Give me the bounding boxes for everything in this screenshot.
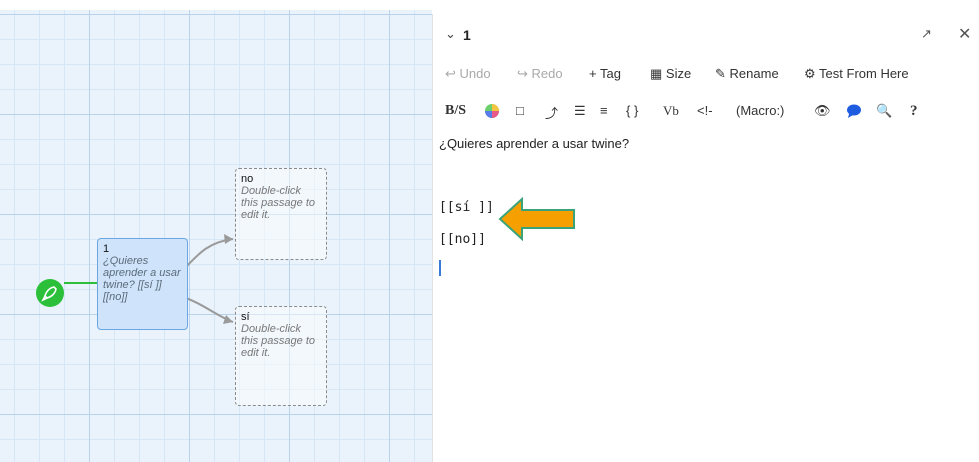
- list-icon[interactable]: ☰: [574, 103, 586, 119]
- expand-icon[interactable]: ↗: [921, 26, 932, 42]
- passage-title: no: [241, 173, 254, 185]
- test-icon: ⚙: [804, 66, 816, 81]
- undo-icon: ↩: [445, 66, 456, 81]
- annotation-arrow-icon: [498, 197, 575, 241]
- passage-links: [64, 234, 234, 324]
- collapse-chevron-icon[interactable]: ⌄: [445, 26, 456, 42]
- braces-icon[interactable]: { }: [626, 103, 638, 118]
- text-caret: [439, 260, 441, 276]
- editor-line: ¿Quieres aprender a usar twine?: [439, 136, 630, 151]
- redo-icon: ↪: [517, 66, 528, 81]
- link-no-arrowhead: [224, 234, 233, 244]
- passage-title: sí: [241, 311, 250, 323]
- rename-label: Rename: [729, 66, 779, 81]
- plus-icon: +: [589, 66, 597, 81]
- variable-button[interactable]: Vb: [663, 103, 679, 119]
- help-button[interactable]: ?: [910, 103, 918, 120]
- size-button[interactable]: ▦ Size: [650, 66, 691, 82]
- search-icon[interactable]: 🔍: [876, 103, 892, 119]
- undo-button[interactable]: ↩ Undo: [445, 66, 491, 82]
- dialog-title: 1: [463, 27, 471, 43]
- close-icon[interactable]: ✕: [958, 24, 971, 44]
- macro-button[interactable]: (Macro:): [736, 103, 784, 118]
- passage-excerpt: ¿Quieres aprender a usar twine? [[sí ]] …: [103, 255, 181, 303]
- passage-excerpt: Double-click this passage to edit it.: [241, 323, 315, 359]
- redo-label: Redo: [531, 66, 563, 81]
- bold-strike-button[interactable]: B/S: [445, 103, 466, 119]
- rename-icon: ✎: [715, 66, 726, 81]
- align-icon[interactable]: ≡: [600, 103, 608, 118]
- eye-icon[interactable]: 👁: [814, 103, 831, 119]
- hook-icon[interactable]: ⤴: [545, 103, 558, 122]
- passage-no[interactable]: no Double-click this passage to edit it.: [235, 168, 327, 260]
- box-icon[interactable]: □: [516, 103, 524, 118]
- comment-button[interactable]: <!-: [697, 103, 713, 118]
- color-wheel-icon: [485, 104, 499, 118]
- redo-button[interactable]: ↪ Redo: [517, 66, 563, 82]
- editor-link-line: [[sí ]]: [439, 200, 494, 215]
- dialog-header: ⌄ 1 ↗ ✕: [433, 14, 979, 54]
- size-label: Size: [665, 66, 692, 81]
- passage-toolbar: ↩ Undo ↪ Redo + Tag ▦ Size ✎ Rename ⚙ Te…: [433, 62, 979, 86]
- passage-si[interactable]: sí Double-click this passage to edit it.: [235, 306, 327, 406]
- tag-label: Tag: [599, 66, 621, 81]
- link-si-arrowhead: [223, 315, 233, 324]
- start-rocket-icon: [36, 279, 64, 307]
- passage-title: 1: [103, 243, 110, 255]
- comment-bubble-icon[interactable]: [846, 103, 862, 122]
- colour-button[interactable]: [484, 103, 500, 122]
- harlowe-format-toolbar: B/S □ ⤴ ☰ ≡ { } Vb <!- (Macro:) 👁 🔍 ?: [433, 103, 979, 127]
- test-from-here-button[interactable]: ⚙ Test From Here: [804, 66, 909, 82]
- editor-link-line: [[no]]: [439, 232, 486, 247]
- passage-1[interactable]: 1 ¿Quieres aprender a usar twine? [[sí ]…: [97, 238, 188, 330]
- rename-button[interactable]: ✎ Rename: [715, 66, 779, 82]
- story-map-canvas[interactable]: 1 ¿Quieres aprender a usar twine? [[sí ]…: [0, 10, 432, 462]
- tag-button[interactable]: + Tag: [589, 66, 621, 81]
- passage-excerpt: Double-click this passage to edit it.: [241, 185, 315, 221]
- test-label: Test From Here: [819, 66, 909, 81]
- size-icon: ▦: [650, 66, 663, 81]
- undo-label: Undo: [459, 66, 491, 81]
